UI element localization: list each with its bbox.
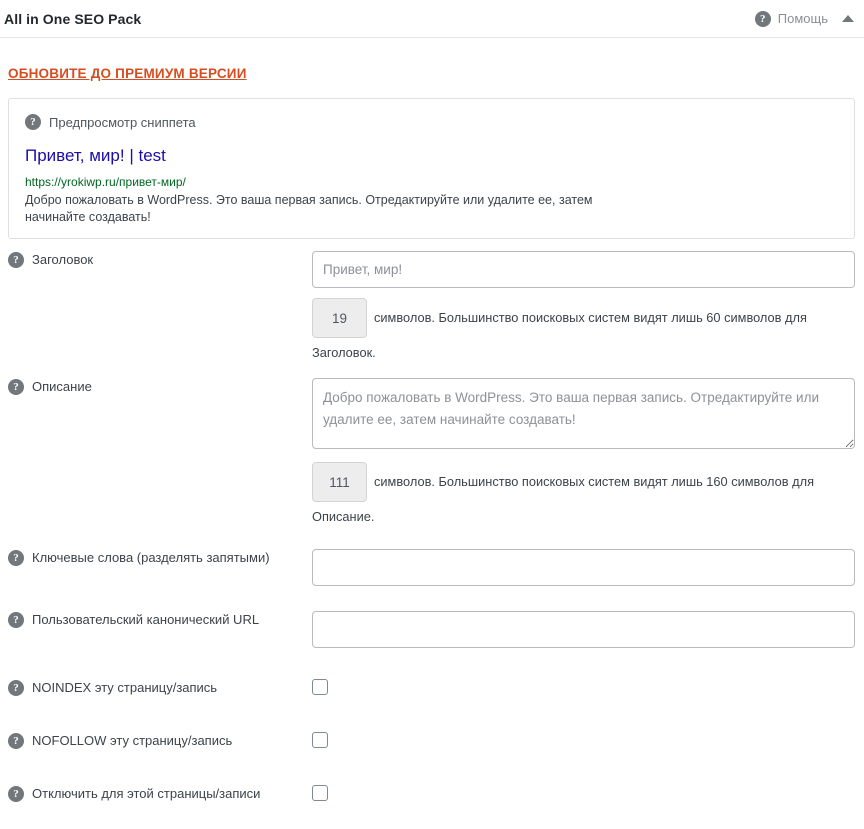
seo-settings-form: ? Заголовок 19 символов. Большинство пои… [0, 251, 864, 803]
header-actions: ? Помощь [754, 10, 854, 27]
premium-notice: ОБНОВИТЕ ДО ПРЕМИУМ ВЕРСИИ [0, 38, 864, 81]
form-row-description: ? Описание 111 символов. Большинство пои… [0, 378, 864, 526]
field-title: 19 символов. Большинство поисковых систе… [312, 251, 864, 362]
field-noindex [312, 679, 864, 695]
page-title: All in One SEO Pack [4, 10, 142, 27]
question-mark-circle-icon[interactable]: ? [8, 612, 24, 628]
canonical-url-input[interactable] [312, 611, 855, 648]
question-mark-circle-icon[interactable]: ? [8, 550, 24, 566]
label-keywords-text: Ключевые слова (разделять запятыми) [32, 550, 270, 565]
form-row-nofollow: ? NOFOLLOW эту страницу/запись [0, 732, 864, 750]
question-mark-circle-icon: ? [754, 10, 771, 27]
label-description-text: Описание [32, 379, 92, 394]
snippet-preview-box: ? Предпросмотр сниппета Привет, мир! | t… [8, 98, 855, 239]
title-counter-text: символов. Большинство поисковых систем в… [374, 310, 807, 325]
question-mark-circle-icon[interactable]: ? [8, 680, 24, 696]
snippet-url[interactable]: https://yrokiwp.ru/привет-мир/ [25, 175, 838, 189]
upgrade-to-premium-link[interactable]: ОБНОВИТЕ ДО ПРЕМИУМ ВЕРСИИ [8, 66, 247, 81]
label-canonical-url: ? Пользовательский канонический URL [0, 611, 312, 629]
keywords-input[interactable] [312, 549, 855, 586]
question-mark-circle-icon[interactable]: ? [25, 114, 41, 130]
title-character-count: 19 [312, 298, 367, 338]
form-row-disable: ? Отключить для этой страницы/записи [0, 785, 864, 803]
help-label: Помощь [777, 11, 828, 26]
question-mark-circle-icon[interactable]: ? [8, 733, 24, 749]
label-title: ? Заголовок [0, 251, 312, 269]
form-row-title: ? Заголовок 19 символов. Большинство пои… [0, 251, 864, 362]
help-link[interactable]: ? Помощь [754, 10, 828, 27]
label-nofollow: ? NOFOLLOW эту страницу/запись [0, 732, 312, 750]
form-row-noindex: ? NOINDEX эту страницу/запись [0, 679, 864, 697]
description-textarea[interactable] [312, 378, 855, 449]
snippet-description: Добро пожаловать в WordPress. Это ваша п… [25, 193, 593, 224]
title-counter-tail: Заголовок. [312, 345, 376, 360]
label-nofollow-text: NOFOLLOW эту страницу/запись [32, 733, 233, 748]
snippet-title[interactable]: Привет, мир! | test [25, 146, 838, 166]
postbox-header: All in One SEO Pack ? Помощь [0, 0, 864, 38]
label-canonical-url-text: Пользовательский канонический URL [32, 612, 260, 627]
label-title-text: Заголовок [32, 252, 94, 267]
form-row-keywords: ? Ключевые слова (разделять запятыми) [0, 549, 864, 586]
description-counter-line: 111 символов. Большинство поисковых сист… [312, 462, 855, 526]
snippet-preview-label: Предпросмотр сниппета [49, 114, 196, 130]
description-counter-tail: Описание. [312, 509, 375, 524]
noindex-checkbox[interactable] [312, 679, 328, 695]
label-description: ? Описание [0, 378, 312, 396]
question-mark-circle-icon[interactable]: ? [8, 252, 24, 268]
description-counter-text: символов. Большинство поисковых систем в… [374, 474, 814, 489]
field-description: 111 символов. Большинство поисковых сист… [312, 378, 864, 526]
nofollow-checkbox[interactable] [312, 732, 328, 748]
snippet-preview-header: ? Предпросмотр сниппета [25, 114, 838, 130]
disable-checkbox[interactable] [312, 785, 328, 801]
question-mark-circle-icon[interactable]: ? [8, 379, 24, 395]
field-disable [312, 785, 864, 801]
description-character-count: 111 [312, 462, 367, 502]
triangle-up-icon[interactable] [842, 15, 854, 22]
title-counter-line: 19 символов. Большинство поисковых систе… [312, 298, 855, 362]
label-disable: ? Отключить для этой страницы/записи [0, 785, 312, 803]
title-input[interactable] [312, 251, 855, 288]
label-disable-text: Отключить для этой страницы/записи [32, 786, 261, 801]
label-keywords: ? Ключевые слова (разделять запятыми) [0, 549, 312, 567]
form-row-canonical-url: ? Пользовательский канонический URL [0, 611, 864, 648]
field-canonical-url [312, 611, 864, 648]
label-noindex: ? NOINDEX эту страницу/запись [0, 679, 312, 697]
field-keywords [312, 549, 864, 586]
question-mark-circle-icon[interactable]: ? [8, 786, 24, 802]
field-nofollow [312, 732, 864, 748]
label-noindex-text: NOINDEX эту страницу/запись [32, 680, 218, 695]
